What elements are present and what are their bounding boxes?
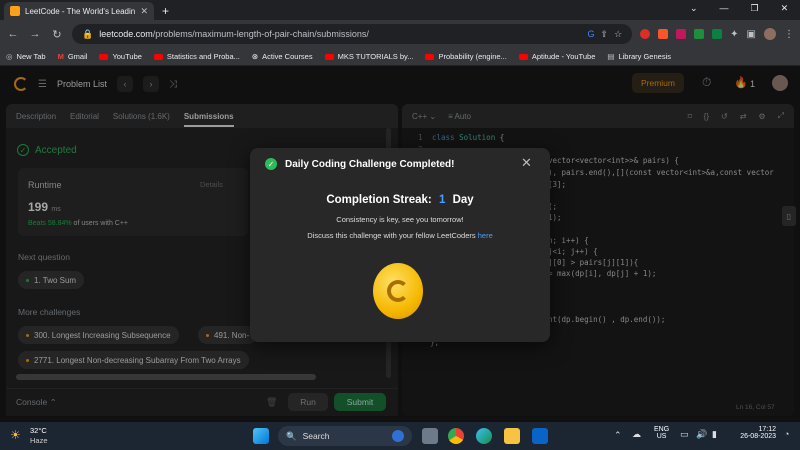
bookmark-libgen[interactable]: ▤ Library Genesis (607, 52, 671, 61)
bookmark-mks[interactable]: MKS TUTORIALS by... (324, 52, 413, 61)
profile-avatar[interactable] (764, 28, 776, 40)
window-controls: ⌄ — ❐ ✕ (690, 3, 788, 14)
file-explorer-icon[interactable] (504, 428, 520, 444)
new-tab-button[interactable]: + (162, 4, 169, 18)
chrome-taskbar-icon[interactable] (448, 428, 464, 444)
leetcode-favicon-icon (10, 6, 20, 16)
notification-icon[interactable]: ◔ (784, 429, 789, 439)
task-view-icon[interactable] (422, 428, 438, 444)
minimize-icon[interactable]: — (720, 3, 729, 14)
back-icon[interactable]: ← (6, 28, 20, 40)
bookmark-gmail[interactable]: M Gmail (58, 52, 88, 61)
bookmark-active-courses[interactable]: ⊛ Active Courses (252, 52, 313, 61)
search-icon: 🔍 (286, 430, 297, 441)
youtube-icon (324, 53, 334, 60)
youtube-icon (99, 53, 109, 60)
library-icon: ▤ (607, 52, 615, 61)
bookmarks-bar: ◎ New Tab M Gmail YouTube Statistics and P… (0, 48, 800, 66)
language-indicator[interactable]: ENG US (654, 426, 669, 440)
tab-search-icon[interactable]: ⌄ (690, 3, 698, 14)
globe-icon: ◎ (6, 52, 13, 61)
clock[interactable]: 17:12 26-08-2023 (726, 426, 776, 440)
weather-icon[interactable]: ☀ (10, 428, 21, 442)
extension-brave-icon[interactable] (658, 29, 669, 39)
mail-icon[interactable] (532, 428, 548, 444)
edge-taskbar-icon[interactable] (476, 428, 492, 444)
url-host: leetcode.com (99, 29, 153, 39)
address-bar[interactable]: 🔒 leetcode.com/problems/maximum-length-o… (72, 24, 633, 44)
gold-coin-icon (373, 263, 423, 319)
bing-icon (392, 430, 404, 442)
tray-cloud-icon[interactable]: ☁ (632, 429, 641, 440)
youtube-icon (153, 53, 163, 60)
youtube-icon (425, 53, 435, 60)
chrome-menu-icon[interactable]: ⋮ (784, 29, 794, 40)
courses-icon: ⊛ (251, 52, 259, 61)
url-path: /problems/maximum-length-of-pair-chain/s… (152, 29, 369, 39)
bookmark-aptitude[interactable]: Aptitude - YouTube (518, 52, 595, 61)
gmail-icon: M (57, 52, 64, 61)
tab-close-icon[interactable]: ✕ (140, 6, 148, 17)
completion-streak: Completion Streak: 1 Day (326, 194, 474, 206)
forward-icon[interactable]: → (28, 28, 42, 40)
discuss-text: Discuss this challenge with your fellow … (307, 231, 493, 240)
bookmark-probability[interactable]: Probability (engine... (425, 52, 507, 61)
weather-temp: 32°C (30, 426, 47, 435)
extension-red-icon[interactable] (640, 29, 651, 39)
maximize-icon[interactable]: ❐ (751, 3, 759, 14)
network-icon[interactable]: ▭ (680, 429, 689, 440)
tab-title: LeetCode - The World's Leading (25, 6, 136, 16)
close-window-icon[interactable]: ✕ (781, 3, 789, 14)
extension-tag-icon[interactable] (676, 29, 687, 39)
share-icon[interactable]: ⇪ (601, 29, 609, 40)
side-panel-icon[interactable]: ▣ (747, 29, 756, 40)
bookmark-youtube[interactable]: YouTube (99, 52, 142, 61)
extension-check-icon[interactable] (712, 29, 723, 39)
extension-green-icon[interactable] (694, 29, 705, 39)
browser-toolbar: ← → ↻ 🔒 leetcode.com/problems/maximum-le… (0, 20, 800, 48)
bookmark-new-tab[interactable]: ◎ New Tab (6, 52, 46, 61)
google-icon[interactable]: G (588, 29, 595, 39)
bookmark-statistics[interactable]: Statistics and Proba... (153, 52, 240, 61)
bookmark-star-icon[interactable]: ☆ (614, 29, 622, 40)
modal-close-icon[interactable]: ✕ (521, 155, 532, 171)
consistency-text: Consistency is key, see you tomorrow! (336, 215, 464, 224)
taskbar-search[interactable]: 🔍 Search (278, 426, 412, 446)
browser-tab[interactable]: LeetCode - The World's Leading ✕ (4, 2, 154, 20)
volume-icon[interactable]: 🔊 (696, 429, 707, 440)
youtube-icon (518, 53, 528, 60)
success-check-icon: ✓ (265, 158, 277, 170)
weather-desc: Haze (30, 436, 48, 445)
extensions-puzzle-icon[interactable]: ✦ (730, 29, 738, 40)
tray-chevron-icon[interactable]: ⌃ (614, 430, 622, 441)
battery-icon[interactable]: ▮ (712, 429, 717, 440)
windows-start-icon[interactable] (253, 428, 269, 444)
modal-title: Daily Coding Challenge Completed! (285, 159, 455, 170)
discuss-link[interactable]: here (478, 231, 493, 240)
reload-icon[interactable]: ↻ (50, 28, 64, 41)
lock-icon: 🔒 (82, 28, 94, 39)
